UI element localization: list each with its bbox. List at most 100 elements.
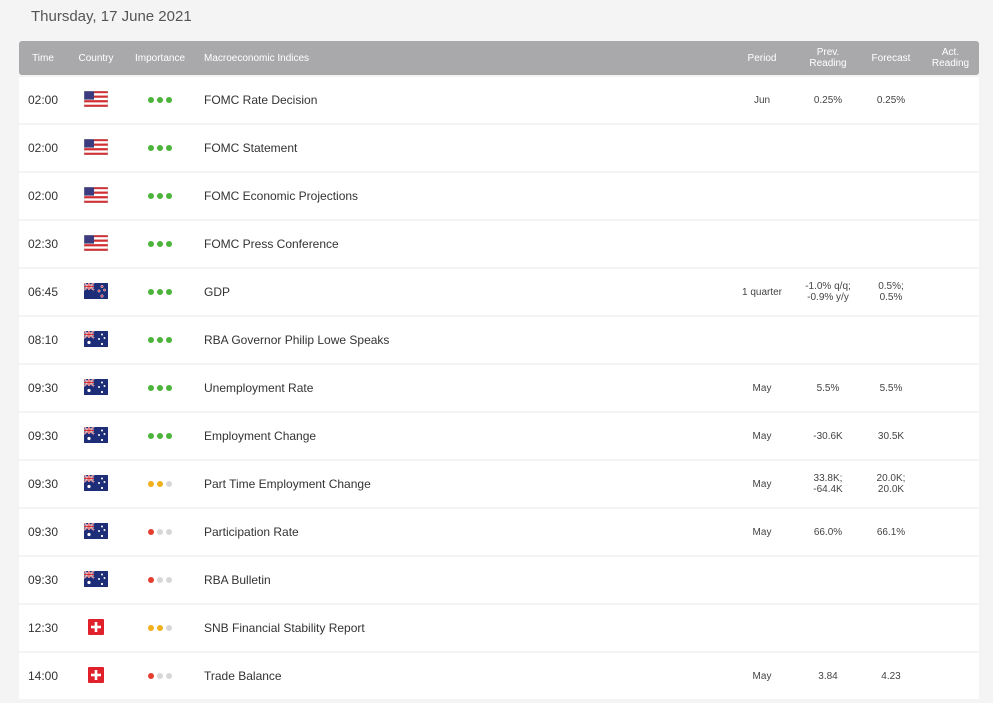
table-header: Time Country Importance Macroeconomic In… bbox=[19, 41, 979, 75]
us-flag-icon bbox=[83, 186, 109, 206]
event-time: 09:30 bbox=[27, 573, 59, 587]
importance-dot bbox=[166, 673, 172, 679]
importance-dots bbox=[148, 337, 172, 343]
event-name[interactable]: GDP bbox=[195, 285, 728, 299]
event-importance bbox=[125, 193, 195, 199]
event-name[interactable]: Trade Balance bbox=[195, 669, 728, 683]
importance-dot bbox=[166, 145, 172, 151]
event-country bbox=[67, 90, 125, 110]
prev-reading-line: -30.6K bbox=[813, 430, 843, 442]
event-country bbox=[67, 377, 125, 398]
table-row[interactable]: 02:30 FOMC Press Conference bbox=[19, 221, 979, 267]
event-time: 14:00 bbox=[27, 669, 59, 683]
event-name[interactable]: Participation Rate bbox=[195, 525, 728, 539]
table-row[interactable]: 02:00 FOMC Rate Decision Jun 0.25% 0.25% bbox=[19, 77, 979, 123]
event-time: 09:30 bbox=[27, 477, 59, 491]
importance-dots bbox=[148, 625, 172, 631]
table-row[interactable]: 02:00 FOMC Economic Projections bbox=[19, 173, 979, 219]
event-forecast: 4.23 bbox=[860, 671, 922, 682]
event-importance bbox=[125, 529, 195, 535]
importance-dot bbox=[157, 145, 163, 151]
table-row[interactable]: 08:10 RBA Governor Philip Lowe Speaks bbox=[19, 317, 979, 363]
event-importance bbox=[125, 241, 195, 247]
col-importance[interactable]: Importance bbox=[125, 53, 195, 64]
nz-flag-icon bbox=[83, 281, 108, 302]
importance-dots bbox=[148, 145, 172, 151]
importance-dot bbox=[148, 241, 154, 247]
importance-dot bbox=[148, 673, 154, 679]
event-period: 1 quarter bbox=[741, 286, 783, 298]
event-name[interactable]: Unemployment Rate bbox=[195, 381, 728, 395]
event-name[interactable]: SNB Financial Stability Report bbox=[195, 621, 728, 635]
col-macro-indices[interactable]: Macroeconomic Indices bbox=[195, 53, 728, 64]
table-row[interactable]: 06:45 GDP 1 quarter -1.0% q/q; -0.9% y/y 0.5%… bbox=[19, 269, 979, 315]
importance-dot bbox=[166, 625, 172, 631]
col-period[interactable]: Period bbox=[728, 53, 796, 64]
importance-dots bbox=[148, 673, 172, 679]
event-prev-reading: 0.25% bbox=[796, 95, 860, 106]
event-country bbox=[67, 281, 125, 302]
importance-dots bbox=[148, 433, 172, 439]
importance-dot bbox=[148, 145, 154, 151]
importance-dot bbox=[148, 625, 154, 631]
date-title: Thursday, 17 June 2021 bbox=[31, 8, 192, 25]
event-country bbox=[67, 329, 125, 350]
event-name[interactable]: FOMC Economic Projections bbox=[195, 189, 728, 203]
table-row[interactable]: 09:30 Unemployment Rate May 5.5% 5.5% bbox=[19, 365, 979, 411]
us-flag-icon bbox=[83, 234, 109, 254]
event-forecast: 30.5K bbox=[860, 431, 922, 442]
event-period: May bbox=[752, 430, 772, 442]
event-name[interactable]: Part Time Employment Change bbox=[195, 477, 728, 491]
col-forecast[interactable]: Forecast bbox=[860, 53, 922, 64]
event-prev-reading: 3.84 bbox=[796, 671, 860, 682]
au-flag-icon bbox=[83, 569, 108, 590]
importance-dot bbox=[157, 241, 163, 247]
col-country[interactable]: Country bbox=[67, 53, 125, 64]
importance-dot bbox=[166, 577, 172, 583]
importance-dot bbox=[166, 289, 172, 295]
event-period: Jun bbox=[753, 94, 771, 106]
col-prev-label-2: Reading bbox=[809, 58, 847, 69]
col-prev-label-1: Prev. bbox=[816, 47, 840, 58]
event-name[interactable]: RBA Governor Philip Lowe Speaks bbox=[195, 333, 728, 347]
importance-dot bbox=[157, 577, 163, 583]
col-act-label-1: Act. bbox=[941, 47, 960, 58]
event-name[interactable]: Employment Change bbox=[195, 429, 728, 443]
ch-flag-icon bbox=[88, 618, 104, 638]
table-row[interactable]: 09:30 Participation Rate May 66.0% 66.1% bbox=[19, 509, 979, 555]
event-name[interactable]: FOMC Statement bbox=[195, 141, 728, 155]
importance-dot bbox=[148, 481, 154, 487]
table-row[interactable]: 14:00 Trade Balance May 3.84 4.23 bbox=[19, 653, 979, 699]
importance-dots bbox=[148, 481, 172, 487]
event-forecast: 0.25% bbox=[860, 95, 922, 106]
importance-dots bbox=[148, 241, 172, 247]
table-row[interactable]: 09:30 RBA Bulletin bbox=[19, 557, 979, 603]
col-prev-reading[interactable]: Prev. Reading bbox=[796, 47, 860, 69]
event-name[interactable]: RBA Bulletin bbox=[195, 573, 728, 587]
importance-dot bbox=[157, 625, 163, 631]
event-name[interactable]: FOMC Rate Decision bbox=[195, 93, 728, 107]
forecast-line: 0.5% bbox=[879, 292, 903, 303]
event-importance bbox=[125, 433, 195, 439]
table-row[interactable]: 09:30 Part Time Employment Change May 33.8K… bbox=[19, 461, 979, 507]
forecast-line: 20.0K bbox=[877, 484, 905, 495]
au-flag-icon bbox=[83, 329, 108, 350]
event-importance bbox=[125, 337, 195, 343]
importance-dot bbox=[148, 529, 154, 535]
event-forecast: 66.1% bbox=[860, 527, 922, 538]
event-country bbox=[67, 666, 125, 686]
importance-dot bbox=[157, 529, 163, 535]
col-act-reading[interactable]: Act. Reading bbox=[922, 47, 979, 69]
event-time: 02:00 bbox=[27, 93, 59, 107]
event-prev-reading: -30.6K bbox=[796, 431, 860, 442]
col-time[interactable]: Time bbox=[19, 53, 67, 64]
economic-calendar-table: Time Country Importance Macroeconomic In… bbox=[19, 41, 979, 699]
forecast-line: 4.23 bbox=[881, 670, 901, 682]
table-row[interactable]: 02:00 FOMC Statement bbox=[19, 125, 979, 171]
table-row[interactable]: 09:30 Employment Change May -30.6K 30.5K bbox=[19, 413, 979, 459]
forecast-line: 5.5% bbox=[879, 382, 903, 394]
event-time: 09:30 bbox=[27, 429, 59, 443]
prev-reading-line: 66.0% bbox=[813, 526, 843, 538]
event-name[interactable]: FOMC Press Conference bbox=[195, 237, 728, 251]
table-row[interactable]: 12:30 SNB Financial Stability Report bbox=[19, 605, 979, 651]
